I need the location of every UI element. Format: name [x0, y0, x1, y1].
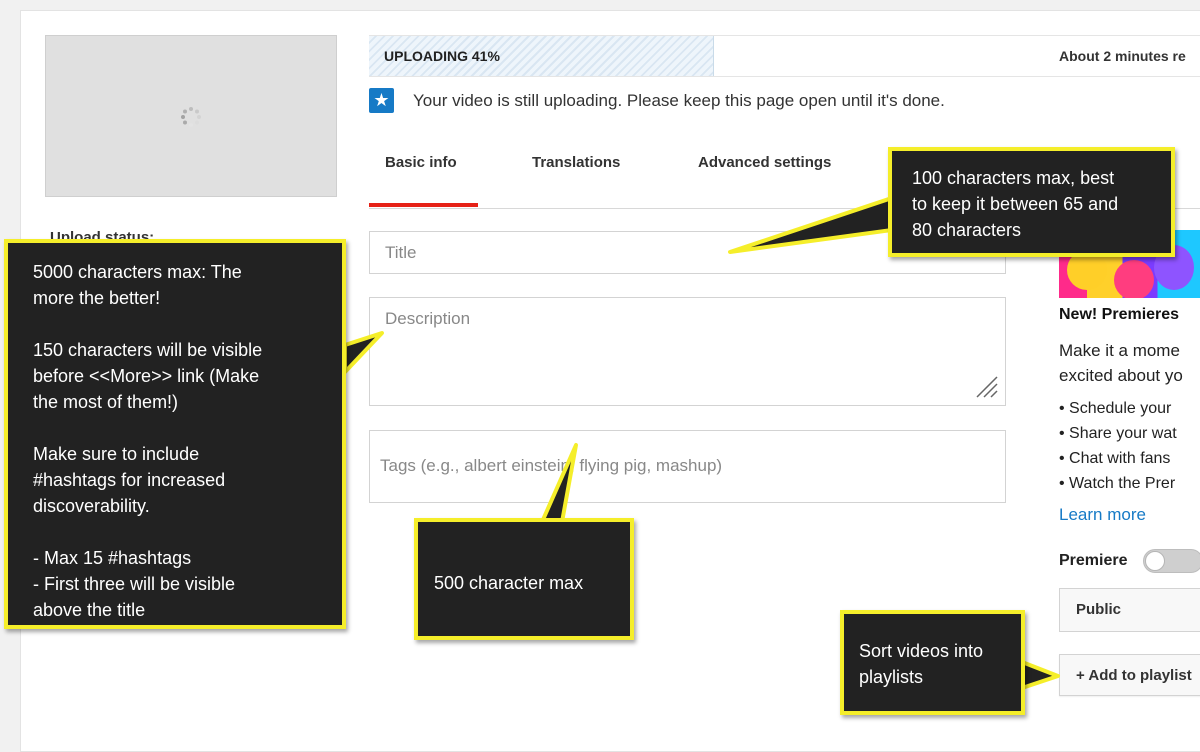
list-item: • Share your wat: [1059, 425, 1177, 442]
tags-callout-text: 500 character max: [434, 573, 584, 593]
premieres-feature-list: • Schedule your • Share your wat • Chat …: [1059, 396, 1177, 496]
resize-grip-icon[interactable]: [973, 373, 999, 399]
list-item: • Watch the Prer: [1059, 475, 1176, 492]
tab-advanced-settings[interactable]: Advanced settings: [698, 154, 831, 171]
visibility-select[interactable]: Public: [1059, 588, 1200, 632]
tags-placeholder: Tags (e.g., albert einstein, flying pig,…: [380, 456, 723, 475]
toggle-knob: [1145, 551, 1165, 571]
description-callout-text: 5000 characters max: The more the better…: [33, 262, 263, 620]
playlist-callout-text: Sort videos into playlists: [859, 641, 984, 687]
add-to-playlist-label: + Add to playlist: [1076, 667, 1192, 684]
playlist-callout: Sort videos into playlists: [840, 610, 1025, 715]
learn-more-link[interactable]: Learn more: [1059, 505, 1146, 525]
premiere-toggle[interactable]: [1143, 549, 1200, 573]
upload-progress-bar: UPLOADING 41% About 2 minutes re: [369, 35, 1200, 77]
title-placeholder: Title: [385, 243, 417, 262]
loading-spinner-icon: [181, 107, 201, 127]
premieres-description: Make it a mome excited about yo: [1059, 341, 1183, 385]
tags-callout: 500 character max: [414, 518, 634, 640]
tab-translations[interactable]: Translations: [532, 154, 620, 171]
premieres-title: New! Premieres: [1059, 306, 1180, 323]
title-callout-text: 100 characters max, best to keep it betw…: [912, 168, 1119, 240]
premiere-label: Premiere: [1059, 552, 1128, 569]
upload-notice-text: Your video is still uploading. Please ke…: [413, 91, 945, 110]
add-to-playlist-button[interactable]: + Add to playlist: [1059, 654, 1200, 696]
tags-input[interactable]: Tags (e.g., albert einstein, flying pig,…: [369, 430, 1006, 503]
list-item: • Chat with fans: [1059, 450, 1171, 467]
upload-progress-text: UPLOADING 41%: [384, 48, 500, 64]
list-item: • Schedule your: [1059, 400, 1172, 417]
description-placeholder: Description: [385, 309, 471, 328]
description-callout: 5000 characters max: The more the better…: [4, 239, 346, 629]
title-callout: 100 characters max, best to keep it betw…: [888, 147, 1175, 257]
time-remaining-text: About 2 minutes re: [1059, 48, 1186, 64]
description-textarea[interactable]: Description: [369, 297, 1006, 406]
active-tab-indicator: [369, 203, 478, 207]
star-icon: ★: [369, 88, 394, 113]
tab-basic-info[interactable]: Basic info: [385, 154, 457, 171]
visibility-value: Public: [1076, 601, 1122, 618]
video-thumbnail: [45, 35, 337, 197]
